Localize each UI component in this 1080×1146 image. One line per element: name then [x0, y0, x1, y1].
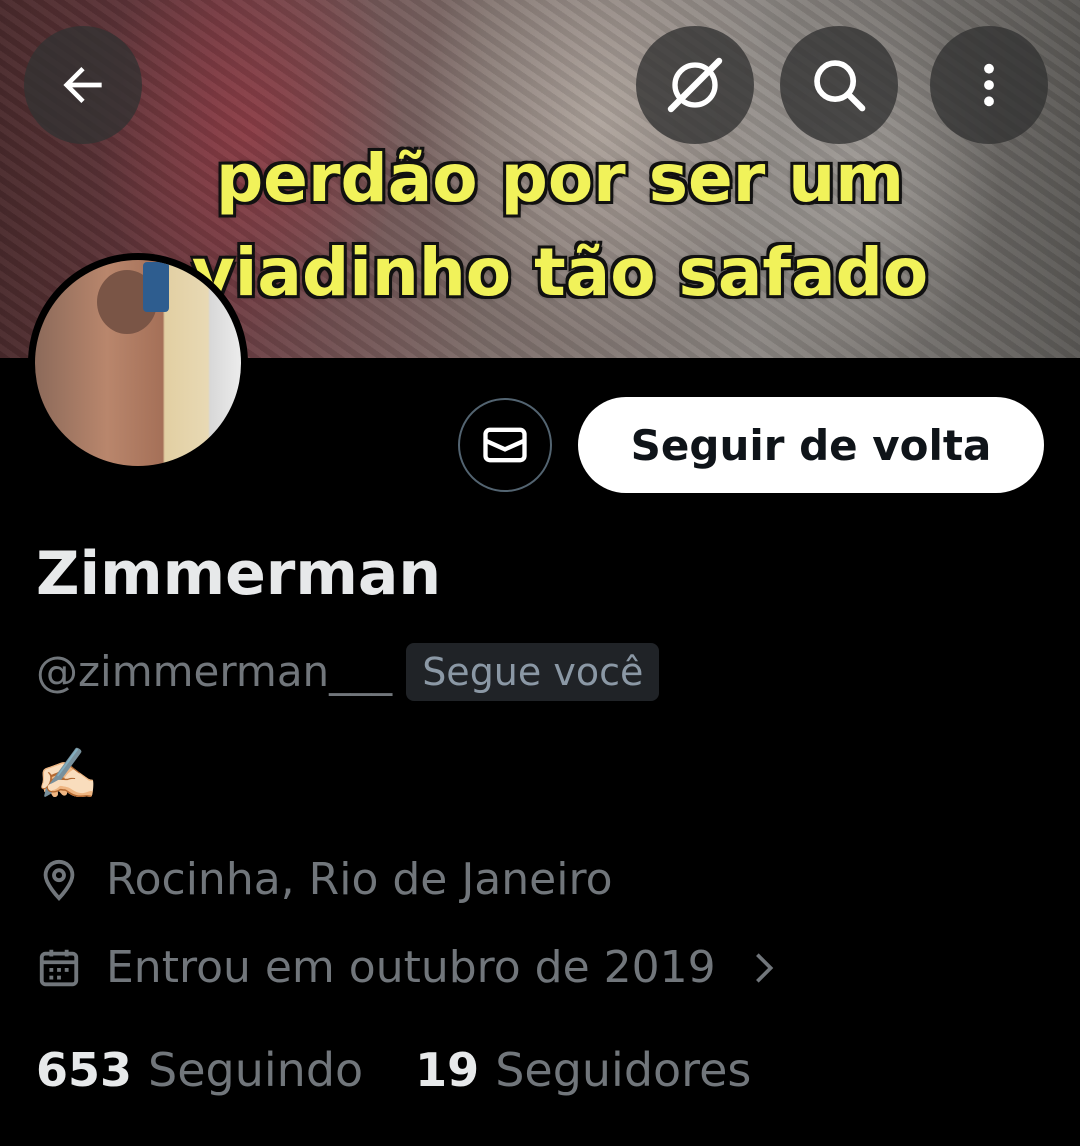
more-vertical-icon: [984, 63, 994, 107]
followers-count: 19: [415, 1043, 480, 1097]
banner-caption-line1: perdão por ser um: [215, 140, 905, 217]
back-button[interactable]: [24, 26, 142, 144]
following-count: 653: [36, 1043, 133, 1097]
location-pin-icon: [43, 859, 75, 901]
follows-you-badge: Segue você: [406, 643, 660, 701]
location-row: Rocinha, Rio de Janeiro: [36, 850, 613, 910]
message-button[interactable]: [458, 398, 552, 492]
follow-stats: 653 Seguindo 19 Seguidores: [36, 1040, 803, 1100]
joined-text: Entrou em outubro de 2019: [106, 942, 716, 993]
banner-caption-line2: viadinho tão safado: [191, 234, 929, 311]
search-button[interactable]: [780, 26, 898, 144]
profile-handle: @zimmerman___: [36, 647, 393, 696]
followers-stat[interactable]: 19 Seguidores: [415, 1040, 751, 1100]
avatar-image: [35, 260, 241, 466]
follow-back-button[interactable]: Seguir de volta: [578, 397, 1044, 493]
mail-icon: [483, 427, 527, 463]
profile-name: Zimmerman: [36, 539, 442, 609]
more-button[interactable]: [930, 26, 1048, 144]
handle-row: @zimmerman___ Segue você: [36, 642, 660, 702]
location-text: Rocinha, Rio de Janeiro: [106, 854, 613, 905]
following-label: Seguindo: [148, 1043, 364, 1097]
profile-bio: ✍🏻: [36, 745, 99, 803]
grok-button[interactable]: [636, 26, 754, 144]
grok-icon: [667, 57, 723, 113]
avatar[interactable]: [28, 253, 248, 473]
following-stat[interactable]: 653 Seguindo: [36, 1040, 363, 1100]
arrow-left-icon: [63, 67, 102, 103]
joined-row[interactable]: Entrou em outubro de 2019: [36, 938, 784, 998]
calendar-icon: [39, 949, 79, 987]
followers-label: Seguidores: [495, 1043, 752, 1097]
chevron-right-icon: [755, 953, 773, 983]
search-icon: [814, 60, 866, 112]
banner-caption: perdão por ser um viadinho tão safado: [150, 132, 970, 320]
